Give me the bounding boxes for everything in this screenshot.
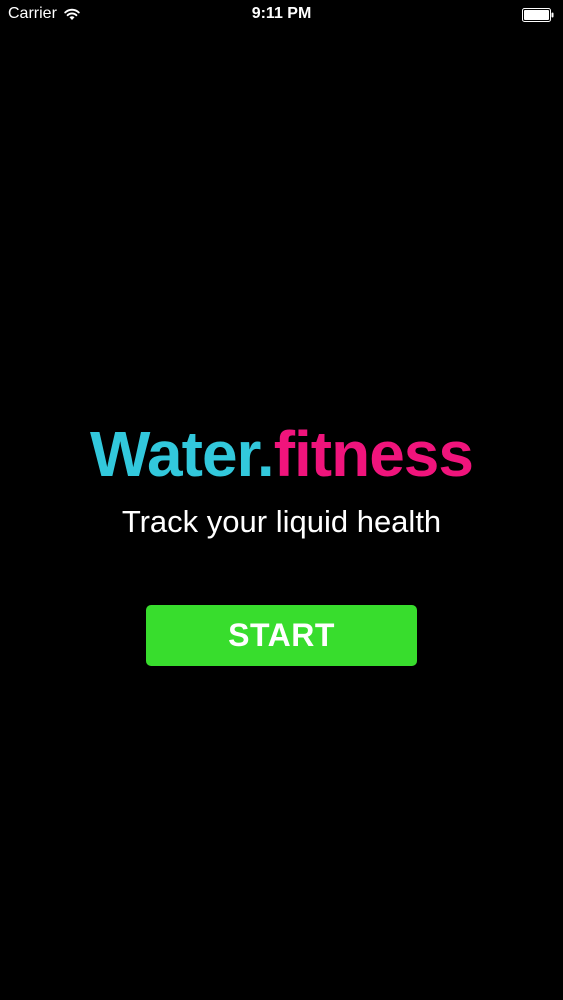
status-bar: Carrier 9:11 PM [0, 0, 563, 30]
battery-icon [522, 8, 554, 22]
brand-fitness-text: fitness [273, 418, 474, 490]
brand-dot-text: . [256, 418, 275, 490]
brand-water-text: Water [90, 418, 258, 490]
app-logo-title: Water.fitness [0, 422, 563, 486]
tagline: Track your liquid health [121, 504, 442, 539]
start-button[interactable]: START [146, 605, 417, 666]
status-time: 9:11 PM [251, 5, 312, 22]
start-button-label: START [228, 617, 335, 653]
